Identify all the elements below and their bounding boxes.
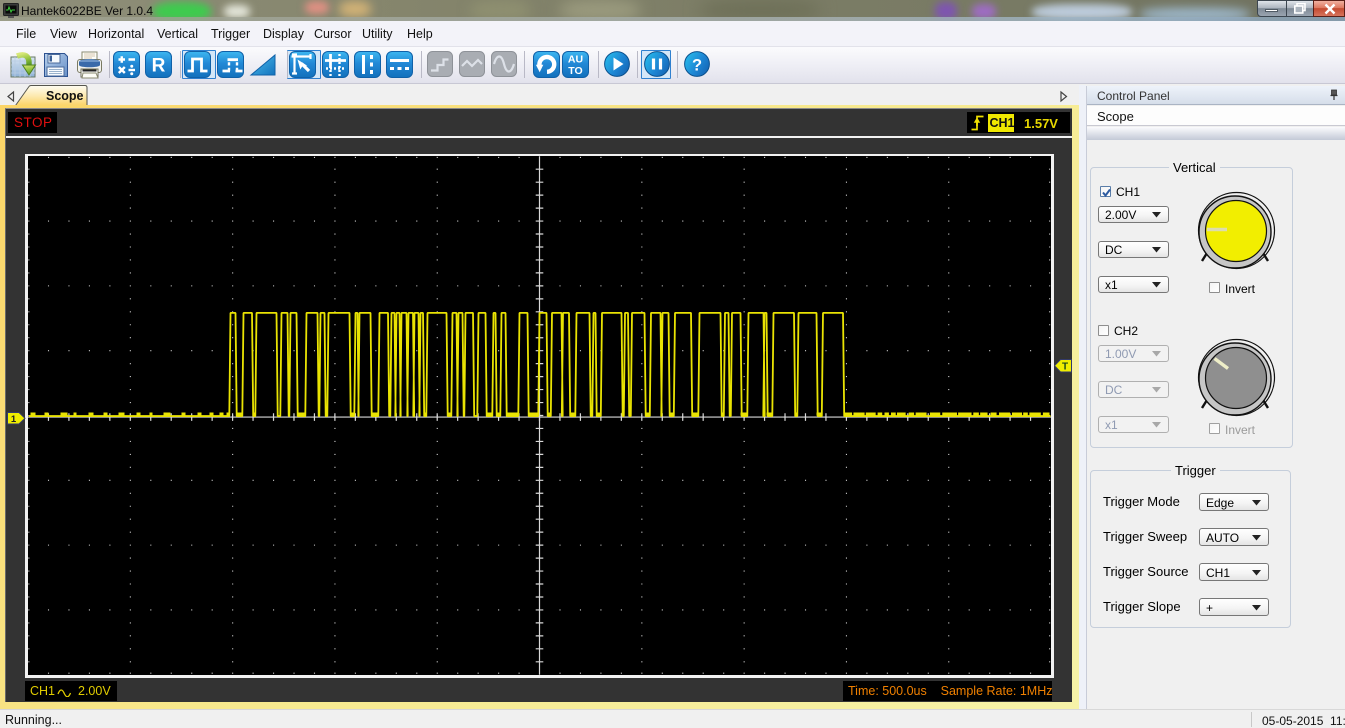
svg-text:1: 1: [10, 413, 16, 424]
svg-text:?: ?: [692, 57, 702, 75]
svg-text:AU: AU: [568, 54, 583, 66]
svg-text:R: R: [152, 56, 166, 77]
svg-text:T: T: [1062, 362, 1068, 373]
svg-text:TO: TO: [568, 65, 582, 77]
